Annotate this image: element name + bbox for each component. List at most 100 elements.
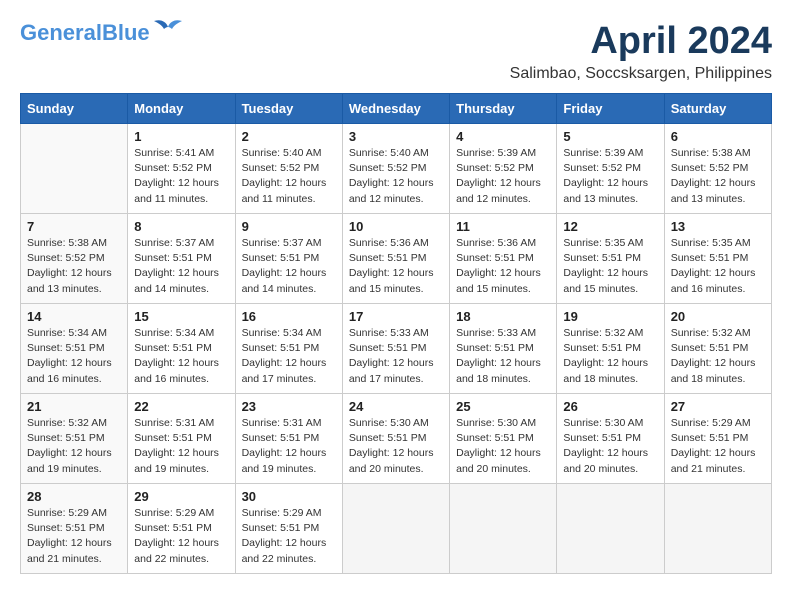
calendar-cell: 14 Sunrise: 5:34 AM Sunset: 5:51 PM Dayli…	[21, 304, 128, 394]
day-number: 21	[27, 399, 121, 414]
logo: GeneralBlue	[20, 20, 182, 46]
day-number: 4	[456, 129, 550, 144]
calendar-cell: 13 Sunrise: 5:35 AM Sunset: 5:51 PM Dayli…	[664, 214, 771, 304]
calendar-cell	[450, 484, 557, 574]
calendar-cell: 23 Sunrise: 5:31 AM Sunset: 5:51 PM Dayli…	[235, 394, 342, 484]
day-number: 26	[563, 399, 657, 414]
calendar-cell	[21, 124, 128, 214]
day-number: 25	[456, 399, 550, 414]
calendar-cell: 5 Sunrise: 5:39 AM Sunset: 5:52 PM Daylig…	[557, 124, 664, 214]
calendar-cell: 21 Sunrise: 5:32 AM Sunset: 5:51 PM Dayli…	[21, 394, 128, 484]
day-info: Sunrise: 5:29 AM Sunset: 5:51 PM Dayligh…	[671, 416, 765, 477]
calendar-cell: 9 Sunrise: 5:37 AM Sunset: 5:51 PM Daylig…	[235, 214, 342, 304]
day-number: 20	[671, 309, 765, 324]
calendar-cell: 28 Sunrise: 5:29 AM Sunset: 5:51 PM Dayli…	[21, 484, 128, 574]
day-number: 27	[671, 399, 765, 414]
day-info: Sunrise: 5:36 AM Sunset: 5:51 PM Dayligh…	[456, 236, 550, 297]
day-number: 9	[242, 219, 336, 234]
day-number: 22	[134, 399, 228, 414]
calendar-cell	[664, 484, 771, 574]
day-info: Sunrise: 5:35 AM Sunset: 5:51 PM Dayligh…	[671, 236, 765, 297]
day-info: Sunrise: 5:30 AM Sunset: 5:51 PM Dayligh…	[563, 416, 657, 477]
page-header: GeneralBlue April 2024 Salimbao, Soccsks…	[20, 20, 772, 83]
calendar-cell: 2Sunrise: 5:40 AM Sunset: 5:52 PM Daylig…	[235, 124, 342, 214]
title-section: April 2024 Salimbao, Soccsksargen, Phili…	[510, 20, 772, 83]
calendar-cell: 27 Sunrise: 5:29 AM Sunset: 5:51 PM Dayli…	[664, 394, 771, 484]
day-info: Sunrise: 5:30 AM Sunset: 5:51 PM Dayligh…	[456, 416, 550, 477]
day-info: Sunrise: 5:39 AM Sunset: 5:52 PM Dayligh…	[563, 146, 657, 207]
day-number: 23	[242, 399, 336, 414]
day-info: Sunrise: 5:29 AM Sunset: 5:51 PM Dayligh…	[242, 506, 336, 567]
day-number: 19	[563, 309, 657, 324]
calendar-cell: 12 Sunrise: 5:35 AM Sunset: 5:51 PM Dayli…	[557, 214, 664, 304]
day-number: 12	[563, 219, 657, 234]
calendar-cell: 3 Sunrise: 5:40 AM Sunset: 5:52 PM Daylig…	[342, 124, 449, 214]
day-number: 17	[349, 309, 443, 324]
calendar-cell	[342, 484, 449, 574]
day-number: 2	[242, 129, 336, 144]
calendar-cell: 24 Sunrise: 5:30 AM Sunset: 5:51 PM Dayli…	[342, 394, 449, 484]
calendar-cell: 10 Sunrise: 5:36 AM Sunset: 5:51 PM Dayli…	[342, 214, 449, 304]
location-title: Salimbao, Soccsksargen, Philippines	[510, 65, 772, 83]
calendar-cell: 19 Sunrise: 5:32 AM Sunset: 5:51 PM Dayli…	[557, 304, 664, 394]
day-info: Sunrise: 5:31 AM Sunset: 5:51 PM Dayligh…	[242, 416, 336, 477]
day-info: Sunrise: 5:38 AM Sunset: 5:52 PM Dayligh…	[27, 236, 121, 297]
day-info: Sunrise: 5:40 AM Sunset: 5:52 PM Dayligh…	[349, 146, 443, 207]
calendar-cell: 7 Sunrise: 5:38 AM Sunset: 5:52 PM Daylig…	[21, 214, 128, 304]
week-row-1: 1 Sunrise: 5:41 AM Sunset: 5:52 PM Daylig…	[21, 124, 772, 214]
logo-bird-icon	[154, 19, 182, 39]
day-info: Sunrise: 5:30 AM Sunset: 5:51 PM Dayligh…	[349, 416, 443, 477]
week-row-2: 7 Sunrise: 5:38 AM Sunset: 5:52 PM Daylig…	[21, 214, 772, 304]
day-info: Sunrise: 5:37 AM Sunset: 5:51 PM Dayligh…	[134, 236, 228, 297]
day-number: 29	[134, 489, 228, 504]
day-number: 18	[456, 309, 550, 324]
day-number: 24	[349, 399, 443, 414]
month-title: April 2024	[510, 20, 772, 63]
weekday-header-monday: Monday	[128, 94, 235, 124]
day-info: Sunrise: 5:34 AM Sunset: 5:51 PM Dayligh…	[242, 326, 336, 387]
calendar-cell: 30 Sunrise: 5:29 AM Sunset: 5:51 PM Dayli…	[235, 484, 342, 574]
day-number: 5	[563, 129, 657, 144]
logo-text: GeneralBlue	[20, 20, 150, 46]
calendar-table: SundayMondayTuesdayWednesdayThursdayFrid…	[20, 93, 772, 574]
day-number: 7	[27, 219, 121, 234]
day-info: Sunrise: 5:34 AM Sunset: 5:51 PM Dayligh…	[27, 326, 121, 387]
day-number: 3	[349, 129, 443, 144]
weekday-header-wednesday: Wednesday	[342, 94, 449, 124]
day-number: 14	[27, 309, 121, 324]
day-info: Sunrise: 5:35 AM Sunset: 5:51 PM Dayligh…	[563, 236, 657, 297]
calendar-cell: 22 Sunrise: 5:31 AM Sunset: 5:51 PM Dayli…	[128, 394, 235, 484]
day-number: 30	[242, 489, 336, 504]
day-info: Sunrise: 5:33 AM Sunset: 5:51 PM Dayligh…	[456, 326, 550, 387]
day-info: Sunrise: 5:32 AM Sunset: 5:51 PM Dayligh…	[563, 326, 657, 387]
day-number: 6	[671, 129, 765, 144]
calendar-cell: 6 Sunrise: 5:38 AM Sunset: 5:52 PM Daylig…	[664, 124, 771, 214]
day-number: 16	[242, 309, 336, 324]
week-row-3: 14 Sunrise: 5:34 AM Sunset: 5:51 PM Dayli…	[21, 304, 772, 394]
day-info: Sunrise: 5:34 AM Sunset: 5:51 PM Dayligh…	[134, 326, 228, 387]
day-number: 28	[27, 489, 121, 504]
calendar-cell	[557, 484, 664, 574]
day-info: Sunrise: 5:39 AM Sunset: 5:52 PM Dayligh…	[456, 146, 550, 207]
weekday-header-thursday: Thursday	[450, 94, 557, 124]
day-info: Sunrise: 5:29 AM Sunset: 5:51 PM Dayligh…	[27, 506, 121, 567]
day-info: Sunrise: 5:32 AM Sunset: 5:51 PM Dayligh…	[27, 416, 121, 477]
day-info: Sunrise: 5:41 AM Sunset: 5:52 PM Dayligh…	[134, 146, 228, 207]
day-number: 8	[134, 219, 228, 234]
day-info: Sunrise: 5:37 AM Sunset: 5:51 PM Dayligh…	[242, 236, 336, 297]
calendar-cell: 29Sunrise: 5:29 AM Sunset: 5:51 PM Dayli…	[128, 484, 235, 574]
calendar-cell: 11Sunrise: 5:36 AM Sunset: 5:51 PM Dayli…	[450, 214, 557, 304]
calendar-cell: 18 Sunrise: 5:33 AM Sunset: 5:51 PM Dayli…	[450, 304, 557, 394]
calendar-cell: 25 Sunrise: 5:30 AM Sunset: 5:51 PM Dayli…	[450, 394, 557, 484]
weekday-header-saturday: Saturday	[664, 94, 771, 124]
day-info: Sunrise: 5:36 AM Sunset: 5:51 PM Dayligh…	[349, 236, 443, 297]
day-info: Sunrise: 5:31 AM Sunset: 5:51 PM Dayligh…	[134, 416, 228, 477]
day-info: Sunrise: 5:38 AM Sunset: 5:52 PM Dayligh…	[671, 146, 765, 207]
calendar-cell: 16 Sunrise: 5:34 AM Sunset: 5:51 PM Dayli…	[235, 304, 342, 394]
calendar-cell: 26 Sunrise: 5:30 AM Sunset: 5:51 PM Dayli…	[557, 394, 664, 484]
weekday-header-sunday: Sunday	[21, 94, 128, 124]
week-row-4: 21 Sunrise: 5:32 AM Sunset: 5:51 PM Dayli…	[21, 394, 772, 484]
day-number: 1	[134, 129, 228, 144]
day-number: 13	[671, 219, 765, 234]
day-number: 10	[349, 219, 443, 234]
